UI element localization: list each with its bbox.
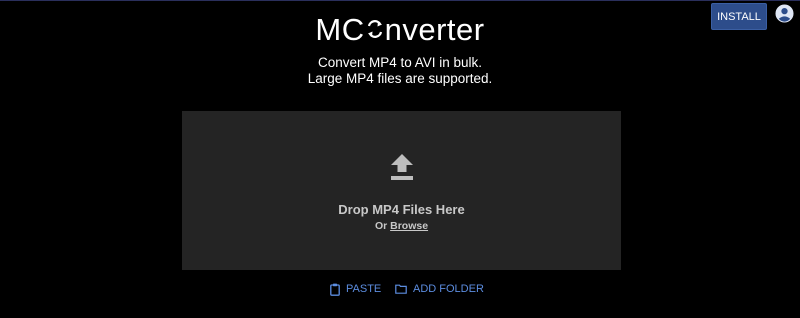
logo-text-prefix: MC — [315, 11, 365, 47]
paste-label: PASTE — [346, 283, 382, 295]
drop-zone-subtext: Or Browse — [182, 220, 621, 232]
paste-button[interactable]: PASTE — [330, 281, 381, 297]
upload-icon — [391, 154, 413, 180]
drop-zone-title: Drop MP4 Files Here — [338, 202, 465, 217]
account-icon[interactable] — [775, 4, 794, 23]
subtitle-line-1: Convert MP4 to AVI in bulk. — [317, 55, 483, 70]
install-button[interactable]: INSTALL — [711, 3, 767, 30]
subtitle-line-2: Large MP4 files are supported. — [307, 71, 493, 86]
logo-text-suffix: nverter — [384, 11, 485, 47]
add-folder-label: ADD FOLDER — [413, 283, 484, 295]
page-subtitle: Convert MP4 to AVI in bulk. Large MP4 fi… — [0, 55, 800, 87]
top-divider — [0, 0, 800, 1]
folder-icon — [395, 284, 407, 294]
action-bar: PASTE ADD FOLDER — [0, 281, 800, 297]
file-drop-zone[interactable]: Drop MP4 Files Here Or Browse — [182, 111, 621, 270]
convert-arrows-icon — [367, 19, 382, 38]
add-folder-button[interactable]: ADD FOLDER — [395, 281, 484, 297]
or-text: Or — [374, 220, 388, 232]
clipboard-icon — [330, 283, 340, 296]
browse-link[interactable]: Browse — [390, 220, 428, 232]
app-logo: MC nverter — [0, 8, 800, 50]
